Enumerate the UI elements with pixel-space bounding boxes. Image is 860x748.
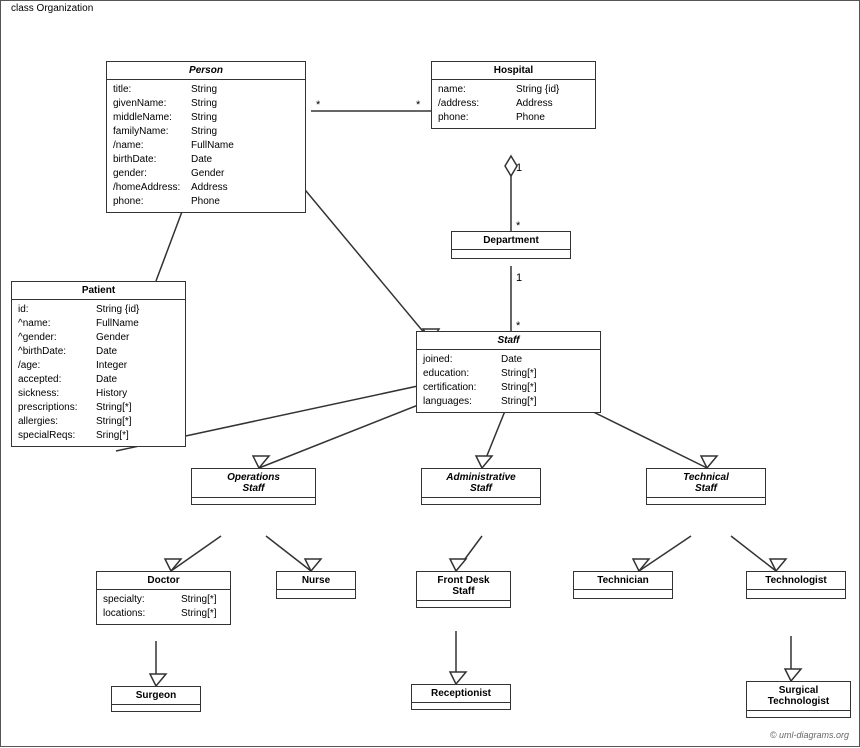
svg-text:*: *	[316, 99, 321, 111]
svg-text:*: *	[416, 99, 421, 111]
department-class: Department	[451, 231, 571, 259]
surgeon-header: Surgeon	[112, 687, 200, 705]
receptionist-body	[412, 703, 510, 709]
staff-class: Staff joined:Date education:String[*] ce…	[416, 331, 601, 413]
diagram-container: class Organization * * 1 * 1 * *	[0, 0, 860, 747]
diagram-title: class Organization	[7, 3, 97, 14]
technician-header: Technician	[574, 572, 672, 590]
nurse-class-header: Nurse	[277, 572, 355, 590]
doctor-class: Doctor specialty:String[*] locations:Str…	[96, 571, 231, 625]
svg-text:1: 1	[516, 272, 522, 284]
front-desk-header: Front DeskStaff	[417, 572, 510, 601]
surgical-technologist-class: SurgicalTechnologist	[746, 681, 851, 718]
technical-staff-header: TechnicalStaff	[647, 469, 765, 498]
technician-body	[574, 590, 672, 598]
department-class-header: Department	[452, 232, 570, 250]
nurse-class: Nurse	[276, 571, 356, 599]
hospital-class-header: Hospital	[432, 62, 595, 80]
staff-class-header: Staff	[417, 332, 600, 350]
person-class: Person title:String givenName:String mid…	[106, 61, 306, 213]
hospital-class-body: name:String {id} /address:Address phone:…	[432, 80, 595, 128]
surgeon-class: Surgeon	[111, 686, 201, 712]
front-desk-class: Front DeskStaff	[416, 571, 511, 608]
surgeon-body	[112, 705, 200, 711]
technologist-body	[747, 590, 845, 598]
patient-class-header: Patient	[12, 282, 185, 300]
patient-class-body: id:String {id} ^name:FullName ^gender:Ge…	[12, 300, 185, 446]
person-class-header: Person	[107, 62, 305, 80]
hospital-class: Hospital name:String {id} /address:Addre…	[431, 61, 596, 129]
technician-class: Technician	[573, 571, 673, 599]
technologist-class: Technologist	[746, 571, 846, 599]
operations-staff-class: OperationsStaff	[191, 468, 316, 505]
front-desk-body	[417, 601, 510, 607]
operations-staff-body	[192, 498, 315, 504]
technologist-header: Technologist	[747, 572, 845, 590]
surgical-technologist-body	[747, 711, 850, 717]
admin-staff-header: AdministrativeStaff	[422, 469, 540, 498]
technical-staff-class: TechnicalStaff	[646, 468, 766, 505]
receptionist-header: Receptionist	[412, 685, 510, 703]
admin-staff-class: AdministrativeStaff	[421, 468, 541, 505]
technical-staff-body	[647, 498, 765, 504]
doctor-class-body: specialty:String[*] locations:String[*]	[97, 590, 230, 624]
nurse-class-body	[277, 590, 355, 598]
admin-staff-body	[422, 498, 540, 504]
department-class-body	[452, 250, 570, 258]
staff-class-body: joined:Date education:String[*] certific…	[417, 350, 600, 412]
doctor-class-header: Doctor	[97, 572, 230, 590]
copyright: © uml-diagrams.org	[770, 730, 849, 740]
patient-class: Patient id:String {id} ^name:FullName ^g…	[11, 281, 186, 447]
svg-text:1: 1	[516, 162, 522, 174]
receptionist-class: Receptionist	[411, 684, 511, 710]
operations-staff-header: OperationsStaff	[192, 469, 315, 498]
person-class-body: title:String givenName:String middleName…	[107, 80, 305, 212]
surgical-technologist-header: SurgicalTechnologist	[747, 682, 850, 711]
